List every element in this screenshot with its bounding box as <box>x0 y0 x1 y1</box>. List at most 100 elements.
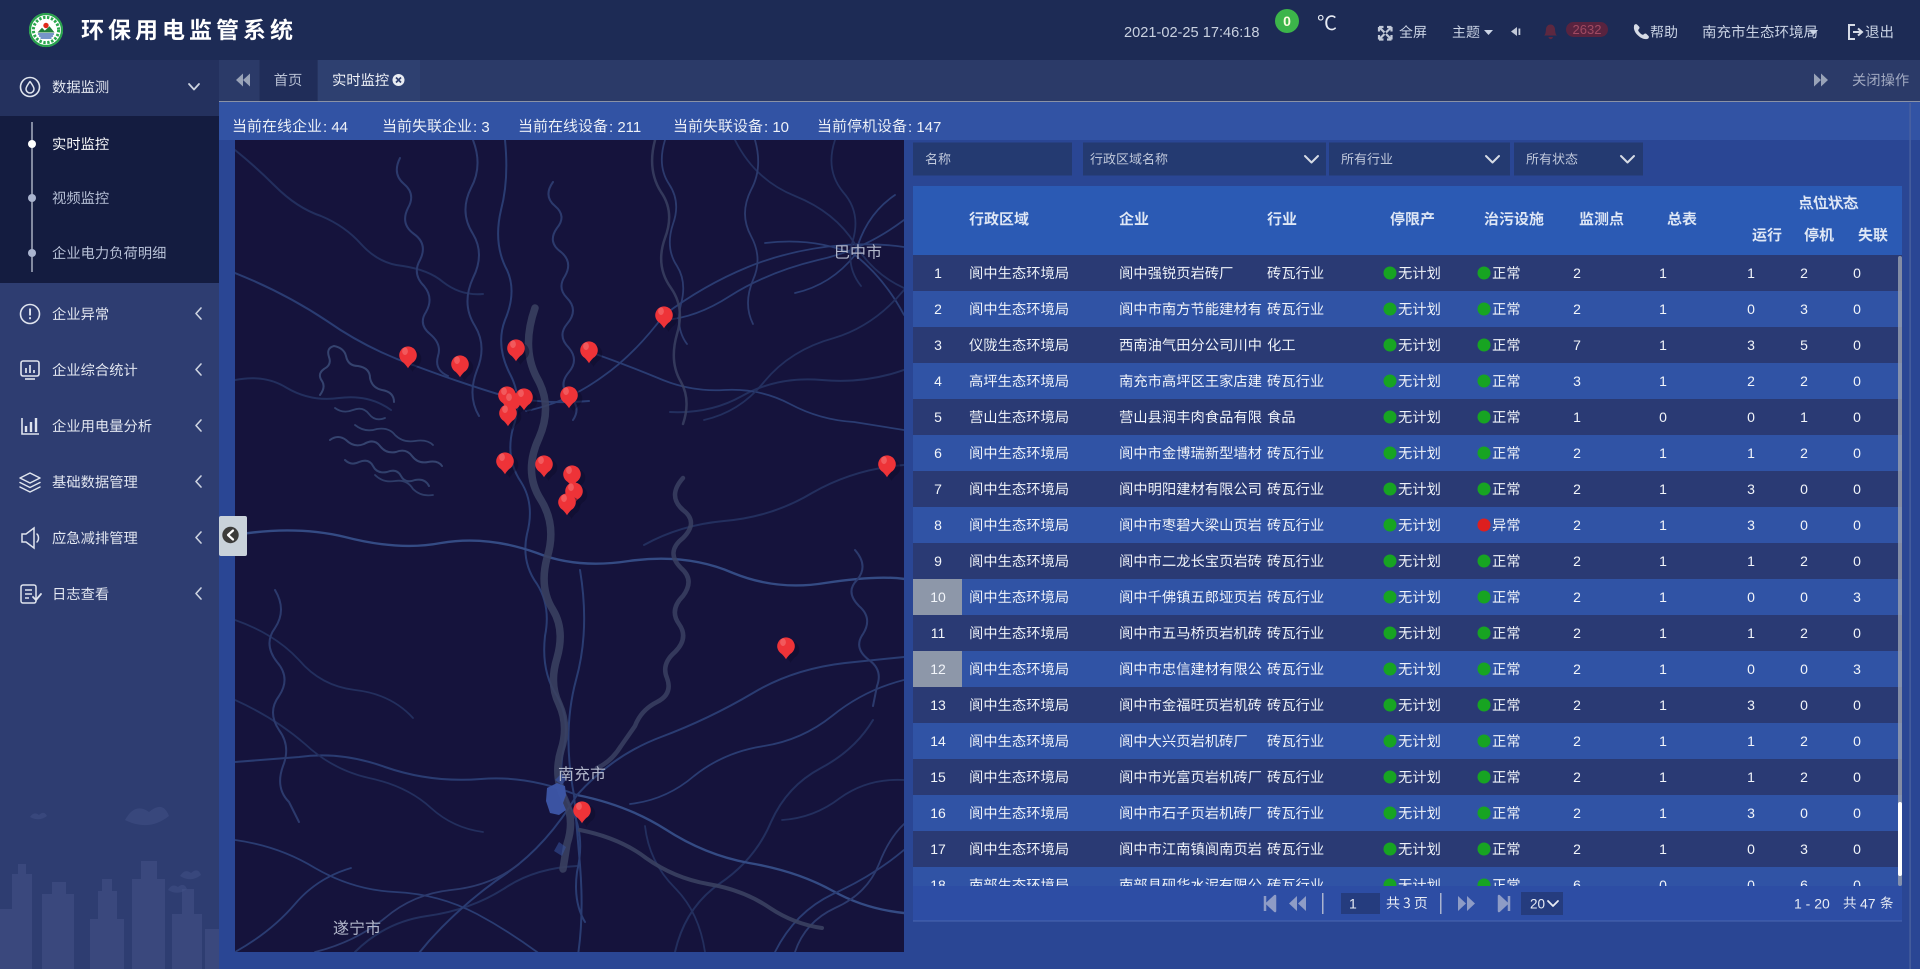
svg-text:3: 3 <box>1853 589 1861 605</box>
svg-text:3: 3 <box>1747 805 1755 821</box>
svg-text:2: 2 <box>1573 733 1581 749</box>
svg-text:2: 2 <box>1573 265 1581 281</box>
svg-text:12: 12 <box>930 661 946 677</box>
svg-text:3: 3 <box>1800 841 1808 857</box>
svg-text:1: 1 <box>1659 553 1667 569</box>
svg-text:5: 5 <box>934 409 942 425</box>
svg-text:1: 1 <box>1659 337 1667 353</box>
svg-text:0: 0 <box>1747 661 1755 677</box>
svg-text:1: 1 <box>1349 896 1357 912</box>
svg-text:3: 3 <box>934 337 942 353</box>
svg-text:0: 0 <box>1853 373 1861 389</box>
svg-text:: 211: : 211 <box>609 119 641 136</box>
svg-text:1: 1 <box>1747 553 1755 569</box>
svg-text:3: 3 <box>1573 373 1581 389</box>
svg-text:0: 0 <box>1747 841 1755 857</box>
svg-text:2: 2 <box>1573 589 1581 605</box>
svg-text:1: 1 <box>1747 733 1755 749</box>
svg-text:0: 0 <box>1853 769 1861 785</box>
svg-text:1: 1 <box>1747 265 1755 281</box>
svg-text:0: 0 <box>1747 589 1755 605</box>
svg-text:7: 7 <box>934 481 942 497</box>
svg-text:0: 0 <box>1853 625 1861 641</box>
svg-text:1: 1 <box>1659 517 1667 533</box>
svg-text:0: 0 <box>1853 301 1861 317</box>
svg-text:2: 2 <box>1573 661 1581 677</box>
svg-text:2: 2 <box>1573 445 1581 461</box>
svg-text:2: 2 <box>1800 769 1808 785</box>
svg-text:0: 0 <box>1800 805 1808 821</box>
svg-text:7: 7 <box>1573 337 1581 353</box>
svg-text:0: 0 <box>1659 409 1667 425</box>
svg-text:4: 4 <box>934 373 942 389</box>
svg-text:2: 2 <box>1573 805 1581 821</box>
svg-text:2: 2 <box>1800 733 1808 749</box>
svg-text:0: 0 <box>1853 517 1861 533</box>
svg-text:0: 0 <box>1853 697 1861 713</box>
svg-text:0: 0 <box>1800 697 1808 713</box>
svg-text:1: 1 <box>1747 445 1755 461</box>
svg-text:0: 0 <box>1853 841 1861 857</box>
svg-text:2: 2 <box>1800 445 1808 461</box>
svg-text:2: 2 <box>1573 553 1581 569</box>
svg-text:3: 3 <box>1800 301 1808 317</box>
svg-text:1: 1 <box>1659 841 1667 857</box>
svg-text:: 147: : 147 <box>908 119 941 136</box>
svg-text:17: 17 <box>930 841 946 857</box>
svg-text:: 10: : 10 <box>764 119 789 136</box>
svg-text:0: 0 <box>1853 409 1861 425</box>
svg-text:2: 2 <box>1573 517 1581 533</box>
svg-text:0: 0 <box>1800 589 1808 605</box>
svg-text:2632: 2632 <box>1573 22 1602 37</box>
svg-text:1: 1 <box>1659 373 1667 389</box>
svg-text:15: 15 <box>930 769 946 785</box>
svg-text:2: 2 <box>1800 553 1808 569</box>
svg-text:0: 0 <box>1800 661 1808 677</box>
svg-text:0: 0 <box>1800 481 1808 497</box>
svg-text:9: 9 <box>934 553 942 569</box>
svg-text:1: 1 <box>1659 697 1667 713</box>
svg-text:1 - 20: 1 - 20 <box>1794 896 1830 912</box>
svg-text:2: 2 <box>1573 301 1581 317</box>
svg-text:1: 1 <box>1659 661 1667 677</box>
svg-text:0: 0 <box>1853 337 1861 353</box>
svg-text:1: 1 <box>1659 301 1667 317</box>
svg-text:6: 6 <box>934 445 942 461</box>
svg-text:8: 8 <box>934 517 942 533</box>
svg-text:1: 1 <box>1800 409 1808 425</box>
svg-text:2: 2 <box>1573 481 1581 497</box>
svg-text:2: 2 <box>1800 625 1808 641</box>
svg-text:3: 3 <box>1747 697 1755 713</box>
svg-text:2: 2 <box>1747 373 1755 389</box>
svg-text:2: 2 <box>934 301 942 317</box>
svg-text:47: 47 <box>1860 896 1876 912</box>
svg-text:2: 2 <box>1573 841 1581 857</box>
svg-text:0: 0 <box>1747 301 1755 317</box>
svg-text:2021-02-25 17:46:18: 2021-02-25 17:46:18 <box>1124 25 1260 41</box>
svg-text:3: 3 <box>1747 517 1755 533</box>
svg-text:0: 0 <box>1853 265 1861 281</box>
svg-text:5: 5 <box>1800 337 1808 353</box>
svg-text:11: 11 <box>931 625 946 641</box>
svg-text:1: 1 <box>1747 625 1755 641</box>
svg-text:0: 0 <box>1800 517 1808 533</box>
svg-text:13: 13 <box>930 697 946 713</box>
svg-text:1: 1 <box>1659 481 1667 497</box>
svg-text:0: 0 <box>1853 553 1861 569</box>
svg-text:0: 0 <box>1853 805 1861 821</box>
svg-text:3: 3 <box>1747 337 1755 353</box>
svg-text:3: 3 <box>1747 481 1755 497</box>
svg-text:16: 16 <box>930 805 946 821</box>
svg-text:1: 1 <box>1747 769 1755 785</box>
svg-text:10: 10 <box>930 589 946 605</box>
svg-text:3: 3 <box>1853 661 1861 677</box>
svg-text:1: 1 <box>934 265 942 281</box>
svg-text:2: 2 <box>1800 373 1808 389</box>
svg-text:2: 2 <box>1573 625 1581 641</box>
svg-text:14: 14 <box>930 733 946 749</box>
svg-text:2: 2 <box>1573 769 1581 785</box>
svg-text:1: 1 <box>1573 409 1581 425</box>
svg-text:0: 0 <box>1747 409 1755 425</box>
svg-text:1: 1 <box>1659 625 1667 641</box>
svg-text:1: 1 <box>1659 589 1667 605</box>
